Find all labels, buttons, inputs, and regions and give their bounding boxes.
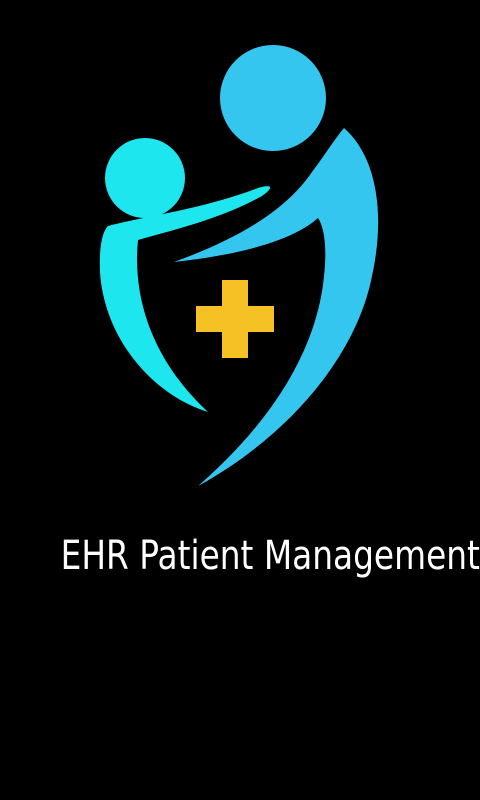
splash-screen: EHR Patient Management System	[0, 0, 480, 800]
child-head-icon	[105, 138, 185, 218]
adult-head-icon	[220, 45, 326, 151]
app-title: EHR Patient Management System	[0, 528, 480, 584]
app-title-text: EHR Patient Management System	[60, 533, 480, 579]
family-care-shield-cross-icon	[99, 45, 379, 486]
medical-cross-icon	[196, 280, 274, 358]
